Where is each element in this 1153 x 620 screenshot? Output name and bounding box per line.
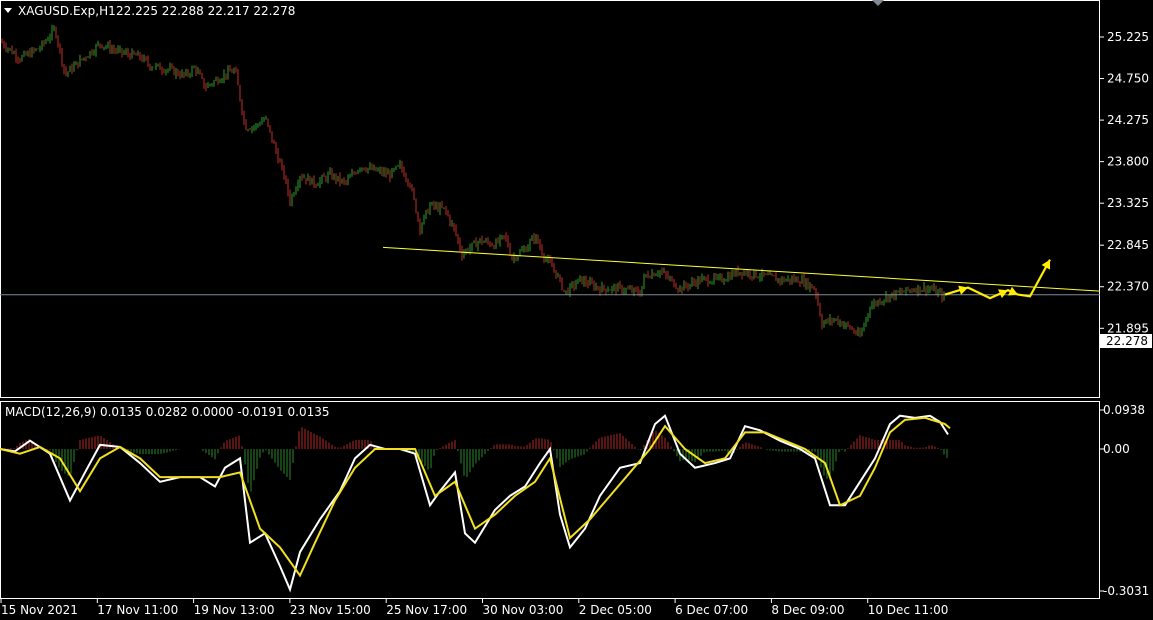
time-tick-label: 2 Dec 05:00 bbox=[579, 603, 652, 617]
chart-background bbox=[0, 0, 1153, 620]
macd-tick-label: -0.3031 bbox=[1103, 584, 1149, 598]
ohlc-readout: 22.225 22.288 22.217 22.278 bbox=[116, 4, 295, 18]
time-tick-label: 30 Nov 03:00 bbox=[483, 603, 564, 617]
current-price-label: 22.278 bbox=[1106, 334, 1148, 348]
time-tick-label: 10 Dec 11:00 bbox=[868, 603, 949, 617]
macd-tick-label: 0.0938 bbox=[1103, 403, 1145, 417]
time-tick-label: 25 Nov 17:00 bbox=[386, 603, 467, 617]
time-tick-label: 6 Dec 07:00 bbox=[675, 603, 748, 617]
symbol-label: XAGUSD.Exp,H1 bbox=[18, 4, 116, 18]
time-tick-label: 19 Nov 13:00 bbox=[194, 603, 275, 617]
price-tick-label: 23.800 bbox=[1107, 155, 1149, 169]
time-tick-label: 15 Nov 2021 bbox=[1, 603, 78, 617]
time-tick-label: 17 Nov 11:00 bbox=[97, 603, 178, 617]
chart-canvas[interactable]: XAGUSD.Exp,H1 22.225 22.288 22.217 22.27… bbox=[0, 0, 1153, 620]
macd-tick-label: 0.00 bbox=[1103, 442, 1130, 456]
price-tick-label: 22.370 bbox=[1107, 280, 1149, 294]
time-tick-label: 23 Nov 15:00 bbox=[290, 603, 371, 617]
price-tick-label: 24.750 bbox=[1107, 72, 1149, 86]
price-tick-label: 25.225 bbox=[1107, 30, 1149, 44]
price-tick-label: 22.845 bbox=[1107, 238, 1149, 252]
macd-header: MACD(12,26,9) 0.0135 0.0282 0.0000 -0.01… bbox=[5, 405, 329, 419]
price-tick-label: 24.275 bbox=[1107, 113, 1149, 127]
time-tick-label: 8 Dec 09:00 bbox=[771, 603, 844, 617]
price-tick-label: 23.325 bbox=[1107, 196, 1149, 210]
